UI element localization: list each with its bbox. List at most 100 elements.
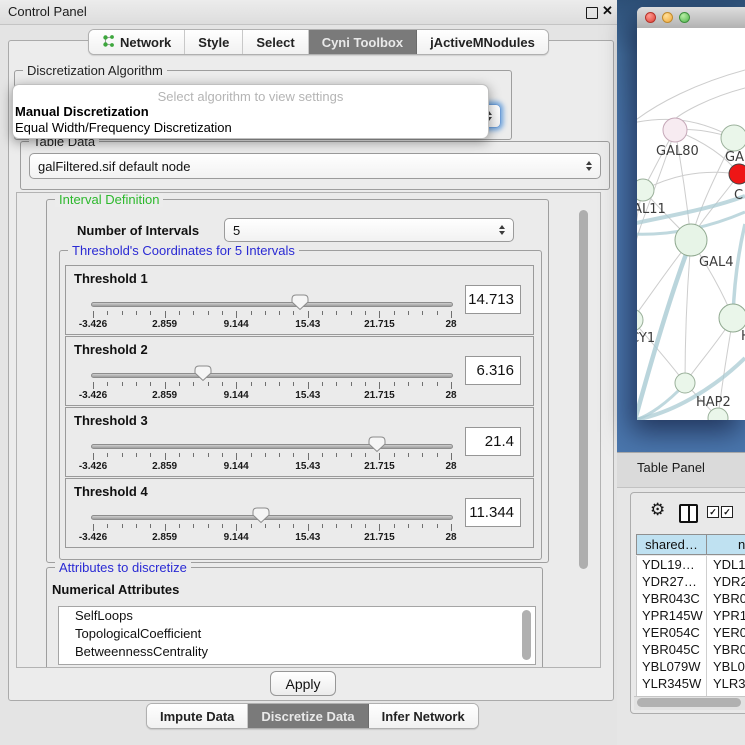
network-node[interactable] bbox=[675, 373, 695, 393]
network-node[interactable] bbox=[637, 179, 654, 201]
threshold-value-field[interactable] bbox=[465, 356, 521, 385]
threshold-value-field[interactable] bbox=[465, 498, 521, 527]
tab-infer-network[interactable]: Infer Network bbox=[369, 704, 478, 728]
minimize-traffic-light-icon[interactable] bbox=[662, 12, 673, 23]
tick-mark bbox=[394, 382, 395, 386]
network-view-window[interactable]: GAL80GACGAL11GAL4GCY1HHAP2 bbox=[637, 7, 745, 420]
close-traffic-light-icon[interactable] bbox=[645, 12, 656, 23]
network-edge[interactable] bbox=[675, 88, 745, 119]
table-row[interactable]: YBR043CYBR0 bbox=[637, 590, 745, 607]
tab-jactivemnodules[interactable]: jActiveMNodules bbox=[417, 30, 548, 54]
table-row[interactable]: YER054CYER0 bbox=[637, 624, 745, 641]
checkbox-checked-icon[interactable]: ✓ bbox=[707, 506, 719, 518]
attribute-list-item[interactable]: SelfLoops bbox=[59, 607, 535, 625]
cell-name[interactable]: YER0 bbox=[707, 624, 745, 641]
cell-shared-name[interactable]: YLR345W bbox=[637, 675, 707, 692]
table-data-group: Table Data galFiltered.sif default node bbox=[20, 141, 610, 190]
column-header-name[interactable]: na bbox=[706, 534, 745, 555]
cell-name[interactable]: YBR0 bbox=[707, 641, 745, 658]
tab-select[interactable]: Select bbox=[243, 30, 308, 54]
attribute-list-item[interactable]: TopologicalCoefficient bbox=[59, 625, 535, 643]
horizontal-scrollbar[interactable] bbox=[637, 698, 741, 707]
apply-button[interactable]: Apply bbox=[270, 671, 336, 696]
network-node[interactable] bbox=[663, 118, 687, 142]
slider-thumb-icon[interactable] bbox=[194, 365, 212, 382]
algorithm-dropdown-popup: Select algorithm to view settings Manual… bbox=[12, 84, 489, 139]
dropdown-option-manual-discretization[interactable]: Manual Discretization bbox=[15, 104, 149, 119]
cell-name[interactable]: YPR1 bbox=[707, 607, 745, 624]
cell-shared-name[interactable]: YBR045C bbox=[637, 641, 707, 658]
threshold-value-field[interactable] bbox=[465, 427, 521, 456]
tab-style[interactable]: Style bbox=[185, 30, 243, 54]
slider-track[interactable] bbox=[91, 515, 453, 520]
number-of-intervals-combobox[interactable]: 5 bbox=[224, 218, 514, 242]
network-window-titlebar[interactable] bbox=[637, 7, 745, 29]
network-node[interactable] bbox=[637, 309, 643, 331]
cell-name[interactable]: YLR3 bbox=[707, 675, 745, 692]
slider-track[interactable] bbox=[91, 302, 453, 307]
network-node[interactable] bbox=[719, 304, 745, 332]
tab-discretize-data[interactable]: Discretize Data bbox=[248, 704, 368, 728]
float-window-icon[interactable] bbox=[586, 7, 598, 19]
cell-shared-name[interactable]: YBL079W bbox=[637, 658, 707, 675]
threshold-value-field[interactable] bbox=[465, 285, 521, 314]
cell-shared-name[interactable]: YBR043C bbox=[637, 590, 707, 607]
tick-mark bbox=[451, 524, 452, 531]
scale-label: 15.43 bbox=[295, 390, 320, 401]
tab-network[interactable]: Network bbox=[89, 30, 185, 54]
network-node[interactable] bbox=[729, 164, 745, 184]
slider-thumb-icon[interactable] bbox=[368, 436, 386, 453]
table-row[interactable]: YBL079WYBL0 bbox=[637, 658, 745, 675]
network-node[interactable] bbox=[721, 125, 745, 151]
tab-cyni-toolbox[interactable]: Cyni Toolbox bbox=[309, 30, 417, 54]
node-label: GA bbox=[725, 150, 744, 165]
checkbox-checked-icon[interactable]: ✓ bbox=[721, 506, 733, 518]
vertical-scrollbar[interactable] bbox=[579, 210, 588, 569]
table-row[interactable]: YDL19…YDL1 bbox=[637, 556, 745, 573]
tab-impute-data[interactable]: Impute Data bbox=[147, 704, 248, 728]
list-scrollbar[interactable] bbox=[522, 610, 531, 660]
cell-shared-name[interactable]: YDR27… bbox=[637, 573, 707, 590]
tick-mark bbox=[179, 453, 180, 457]
tick-mark bbox=[122, 311, 123, 315]
cell-name[interactable]: YBR0 bbox=[707, 590, 745, 607]
close-icon[interactable]: ✕ bbox=[602, 3, 613, 19]
dropdown-option-equal-width-frequency[interactable]: Equal Width/Frequency Discretization bbox=[15, 120, 232, 135]
slider-thumb-icon[interactable] bbox=[252, 507, 270, 524]
cell-shared-name[interactable]: YPR145W bbox=[637, 607, 707, 624]
slider-thumb-icon[interactable] bbox=[291, 294, 309, 311]
threshold-panel: Threshold 1 -3.4262.8599.14415.4321.7152… bbox=[65, 265, 534, 335]
table-row[interactable]: YDR27…YDR2 bbox=[637, 573, 745, 590]
cell-name[interactable]: YDR2 bbox=[707, 573, 745, 590]
network-node[interactable] bbox=[675, 224, 707, 256]
cell-shared-name[interactable]: YDL19… bbox=[637, 556, 707, 573]
network-edge[interactable] bbox=[733, 224, 745, 316]
tick-mark bbox=[265, 524, 266, 528]
table-row[interactable]: YBR045CYBR0 bbox=[637, 641, 745, 658]
cell-name[interactable]: YDL1 bbox=[707, 556, 745, 573]
table-row[interactable]: YLR345WYLR3 bbox=[637, 675, 745, 692]
zoom-traffic-light-icon[interactable] bbox=[679, 12, 690, 23]
cell-shared-name[interactable]: YER054C bbox=[637, 624, 707, 641]
table-data-combobox[interactable]: galFiltered.sif default node bbox=[29, 153, 601, 179]
tick-mark bbox=[336, 382, 337, 386]
scale-label: 28 bbox=[445, 319, 456, 330]
network-edge[interactable] bbox=[685, 240, 691, 383]
cell-name[interactable]: YBL0 bbox=[707, 658, 745, 675]
slider-track[interactable] bbox=[91, 444, 453, 449]
combo-stepper-icon bbox=[586, 161, 592, 171]
slider-track[interactable] bbox=[91, 373, 453, 378]
tick-mark bbox=[408, 311, 409, 315]
threshold-panel: Threshold 2 -3.4262.8599.14415.4321.7152… bbox=[65, 336, 534, 406]
gear-icon[interactable]: ⚙ bbox=[650, 501, 665, 518]
table-panel-title: Table Panel bbox=[637, 460, 705, 475]
table-row[interactable]: YPR145WYPR1 bbox=[637, 607, 745, 624]
column-header-shared-name[interactable]: shared… bbox=[636, 534, 707, 555]
interval-definition-title: Interval Definition bbox=[55, 192, 163, 207]
numerical-attributes-list[interactable]: SelfLoopsTopologicalCoefficientBetweenne… bbox=[58, 606, 536, 665]
network-edge[interactable] bbox=[637, 70, 745, 123]
network-canvas[interactable]: GAL80GACGAL11GAL4GCY1HHAP2 bbox=[637, 28, 745, 420]
columns-icon[interactable] bbox=[679, 504, 698, 523]
tab-label: Select bbox=[256, 35, 294, 50]
attribute-list-item[interactable]: BetweennessCentrality bbox=[59, 643, 535, 661]
